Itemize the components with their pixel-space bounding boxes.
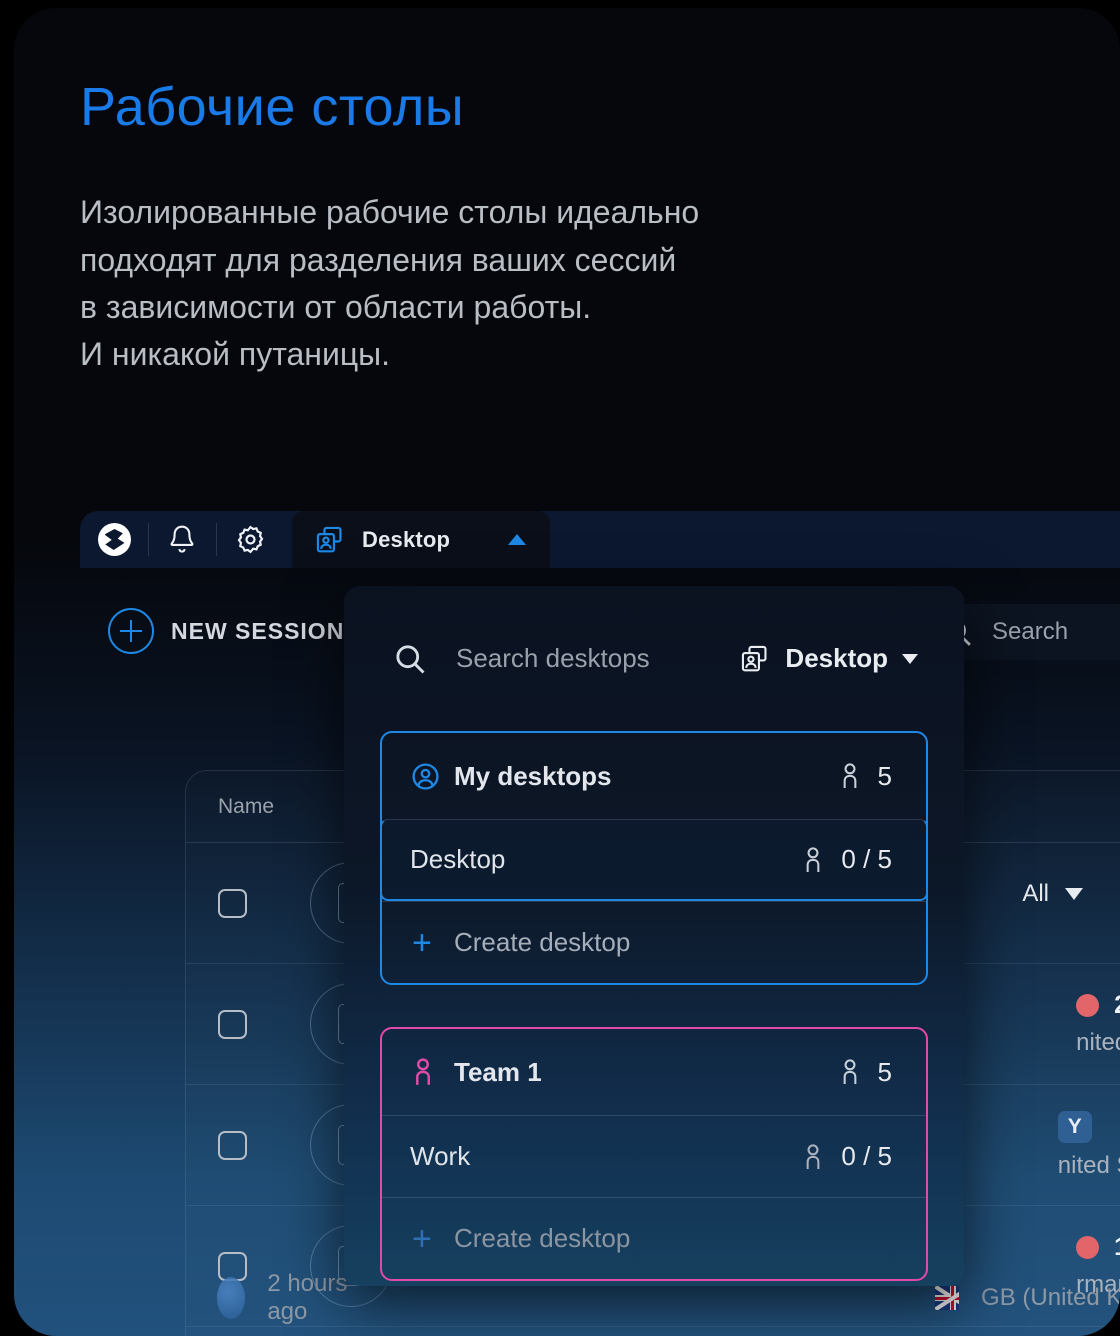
desktops-dropdown-panel: Search desktops Desktop My desktops 5 De… — [344, 586, 964, 1286]
desktops-icon — [739, 643, 771, 675]
page-root: Рабочие столы Изолированные рабочие стол… — [0, 0, 1120, 1336]
status-dot — [1076, 1236, 1100, 1259]
create-desktop-label: Create desktop — [454, 1223, 631, 1253]
group-count-value: 5 — [877, 1056, 892, 1087]
status-badge: Y — [1057, 1110, 1092, 1143]
person-icon — [838, 1058, 862, 1086]
plus-icon: + — [412, 923, 432, 962]
row-ip-info: Y 209.127.1 nited States) New — [1057, 1110, 1120, 1180]
chevron-up-icon[interactable] — [508, 534, 526, 545]
plus-circle-icon — [108, 608, 154, 654]
row-checkbox[interactable] — [218, 1009, 247, 1039]
create-desktop-button-team[interactable]: + Create desktop — [382, 1197, 926, 1279]
desktop-item-label: Desktop — [410, 844, 506, 874]
gb-flag-icon — [934, 1286, 960, 1310]
settings-button[interactable] — [216, 511, 284, 568]
globe-icon — [217, 1277, 246, 1319]
page-title: Рабочие столы — [80, 77, 465, 137]
user-circle-icon — [410, 761, 454, 792]
hero-section: Рабочие столы Изолированные рабочие стол… — [80, 77, 1040, 379]
desktop-item-desktop[interactable]: Desktop 0 / 5 — [382, 819, 926, 901]
tab-desktop[interactable]: Desktop — [292, 511, 550, 568]
plus-icon: + — [412, 1219, 432, 1258]
group-label: My desktops — [454, 760, 612, 791]
person-icon — [801, 1143, 825, 1171]
hero-description: Изолированные рабочие столы идеально под… — [80, 189, 1040, 378]
person-icon — [410, 1057, 454, 1087]
chevron-down-icon — [902, 653, 918, 664]
tab-desktop-label: Desktop — [362, 526, 451, 552]
person-icon — [838, 762, 862, 790]
group-member-count: 5 — [838, 761, 892, 792]
app-logo-button[interactable] — [80, 511, 148, 568]
create-desktop-label: Create desktop — [454, 927, 631, 957]
desktop-item-count-value: 0 / 5 — [841, 844, 892, 874]
person-icon — [801, 846, 825, 874]
create-desktop-button-personal[interactable]: + Create desktop — [382, 901, 926, 983]
new-session-label: NEW SESSION — [171, 617, 345, 644]
row-checkbox[interactable] — [218, 888, 247, 918]
desktop-item-count: 0 / 5 — [801, 1141, 892, 1172]
desktop-search-input[interactable]: Search desktops — [392, 641, 739, 677]
desktop-selector[interactable]: Desktop — [739, 643, 918, 675]
desktop-item-count: 0 / 5 — [801, 844, 892, 875]
country-label: GB (United Kingdom) L — [981, 1284, 1120, 1311]
ip-address: 217.69.127.19 — [1114, 991, 1120, 1020]
desktops-icon — [314, 524, 346, 556]
group-my-desktops: My desktops 5 Desktop 0 / 5 + Create des… — [380, 731, 928, 985]
status-dot — [1076, 994, 1100, 1017]
group-team-1: Team 1 5 Work 0 / 5 + Create desktop — [380, 1027, 928, 1281]
hero-line: И никакой путаницы. — [80, 336, 391, 373]
desktop-item-work[interactable]: Work 0 / 5 — [382, 1115, 926, 1197]
gear-icon — [235, 524, 266, 555]
group-count-value: 5 — [877, 760, 892, 791]
sessions-search-placeholder: Search — [992, 618, 1069, 645]
ip-geo: nited States) New — [1057, 1151, 1120, 1179]
search-icon — [392, 641, 428, 677]
desktop-selector-label: Desktop — [785, 643, 888, 673]
table-row[interactable]: 217.69.127.195 United Kingdom) L — [186, 1327, 1120, 1336]
desktop-search-placeholder: Search desktops — [456, 643, 650, 673]
notifications-button[interactable] — [148, 511, 216, 568]
bell-icon — [167, 524, 197, 556]
hero-line: Изолированные рабочие столы идеально — [80, 194, 700, 231]
last-active-time: 2 hours ago — [267, 1270, 348, 1325]
desktop-item-count-value: 0 / 5 — [841, 1141, 892, 1171]
desktop-item-label: Work — [410, 1141, 471, 1171]
new-session-button[interactable]: NEW SESSION — [108, 608, 344, 654]
ip-address: 18.198.130.34 — [1114, 1233, 1120, 1262]
group-header-my-desktops[interactable]: My desktops 5 — [382, 733, 926, 819]
row-ip-info: 217.69.127.19 nited Kingdom) Lo — [1076, 991, 1120, 1057]
app-logo-icon — [97, 523, 131, 556]
group-label: Team 1 — [454, 1056, 542, 1087]
dropdown-header: Search desktops Desktop — [344, 586, 964, 731]
toolbar-icon-group — [80, 511, 284, 568]
hero-line: в зависимости от области работы. — [80, 289, 592, 326]
app-toolbar: Desktop — [80, 511, 1120, 568]
group-header-team-1[interactable]: Team 1 5 — [382, 1029, 926, 1115]
promo-card: Рабочие столы Изолированные рабочие стол… — [14, 8, 1120, 1336]
group-member-count: 5 — [838, 1057, 892, 1088]
hero-line: подходят для разделения ваших сессий — [80, 241, 677, 278]
ip-geo: nited Kingdom) Lo — [1076, 1029, 1120, 1056]
column-header-name: Name — [218, 794, 275, 818]
row-checkbox[interactable] — [218, 1130, 247, 1160]
